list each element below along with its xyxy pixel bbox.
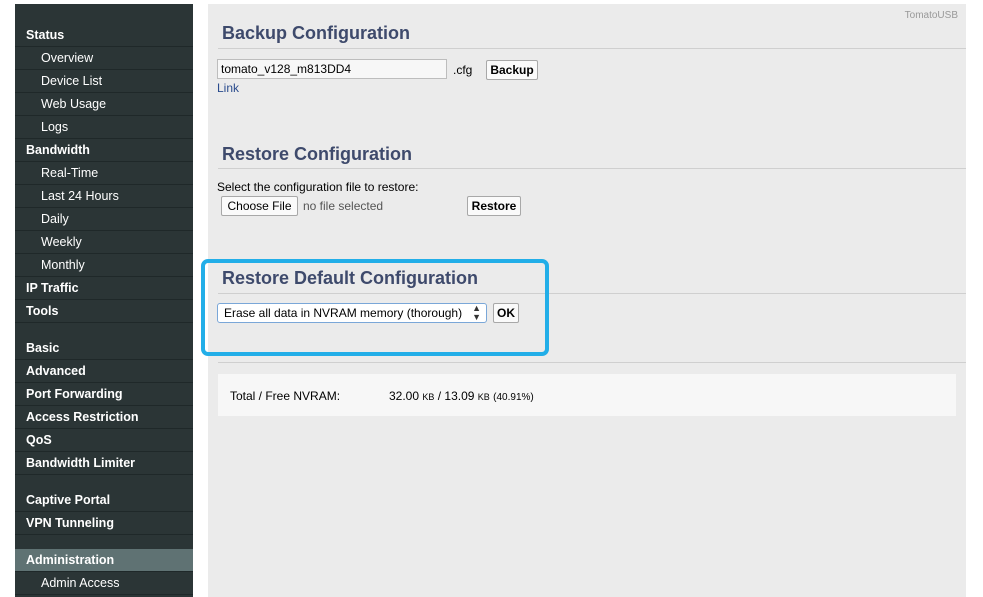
sidebar-item-bandwidth-limiter[interactable]: Bandwidth Limiter <box>15 452 193 475</box>
sidebar-nav: Status Overview Device List Web Usage Lo… <box>15 4 193 597</box>
backup-title: Backup Configuration <box>222 23 410 43</box>
restore-title: Restore Configuration <box>222 144 413 164</box>
restore-default-divider <box>218 293 966 294</box>
sidebar-item-overview[interactable]: Overview <box>15 47 193 70</box>
restore-default-select[interactable]: Erase all data in NVRAM memory (thorough… <box>217 303 487 323</box>
sidebar-item-qos[interactable]: QoS <box>15 429 193 452</box>
sidebar-item-ip-traffic[interactable]: IP Traffic <box>15 277 193 300</box>
restore-divider <box>218 168 966 169</box>
main-content: TomatoUSB Backup Configuration tomato_v1… <box>208 4 966 597</box>
nvram-unit-total: KB <box>422 392 435 402</box>
sidebar-item-bandwidth[interactable]: Bandwidth <box>15 139 193 162</box>
sidebar-item-access-restriction[interactable]: Access Restriction <box>15 406 193 429</box>
sidebar-item-basic[interactable]: Basic <box>15 337 193 360</box>
backup-divider <box>218 48 966 49</box>
sidebar-item-captive-portal[interactable]: Captive Portal <box>15 489 193 512</box>
nvram-separator: / <box>437 389 442 403</box>
sidebar-item-web-usage[interactable]: Web Usage <box>15 93 193 116</box>
sidebar-item-monthly[interactable]: Monthly <box>15 254 193 277</box>
sidebar-item-tools[interactable]: Tools <box>15 300 193 323</box>
sidebar-item-port-forwarding[interactable]: Port Forwarding <box>15 383 193 406</box>
nvram-info-box: Total / Free NVRAM: 32.00 KB / 13.09 KB … <box>218 374 956 416</box>
restore-default-title: Restore Default Configuration <box>222 268 479 288</box>
sidebar-item-status[interactable]: Status <box>15 24 193 47</box>
backup-extension: .cfg <box>453 63 473 77</box>
sidebar-item-vpn-tunneling[interactable]: VPN Tunneling <box>15 512 193 535</box>
sidebar-item-advanced[interactable]: Advanced <box>15 360 193 383</box>
backup-filename-input[interactable]: tomato_v128_m813DD4 <box>217 59 447 79</box>
file-status: no file selected <box>303 199 384 213</box>
restore-button[interactable]: Restore <box>467 196 521 216</box>
sidebar-item-weekly[interactable]: Weekly <box>15 231 193 254</box>
restore-prompt: Select the configuration file to restore… <box>217 180 419 194</box>
sidebar-item-admin-access[interactable]: Admin Access <box>15 572 193 595</box>
nvram-total: 32.00 <box>389 389 420 403</box>
select-arrows-icon: ▲ ▼ <box>472 303 481 322</box>
sidebar-item-logs[interactable]: Logs <box>15 116 193 139</box>
ok-button[interactable]: OK <box>493 303 519 323</box>
backup-link[interactable]: Link <box>217 81 239 95</box>
sidebar-item-real-time[interactable]: Real-Time <box>15 162 193 185</box>
nvram-unit-free: KB <box>477 392 490 402</box>
backup-button[interactable]: Backup <box>486 60 538 80</box>
nvram-percent: (40.91%) <box>493 392 534 403</box>
nvram-divider <box>218 362 966 363</box>
sidebar-item-last-24-hours[interactable]: Last 24 Hours <box>15 185 193 208</box>
brand-label: TomatoUSB <box>904 10 958 21</box>
nvram-label: Total / Free NVRAM: <box>230 389 341 403</box>
choose-file-button[interactable]: Choose File <box>221 196 298 216</box>
sidebar-item-daily[interactable]: Daily <box>15 208 193 231</box>
restore-default-selected: Erase all data in NVRAM memory (thorough… <box>224 306 463 320</box>
sidebar-item-device-list[interactable]: Device List <box>15 70 193 93</box>
nvram-free: 13.09 <box>444 389 475 403</box>
nvram-values: 32.00 KB / 13.09 KB (40.91%) <box>389 389 534 403</box>
sidebar-item-administration[interactable]: Administration <box>15 549 193 572</box>
